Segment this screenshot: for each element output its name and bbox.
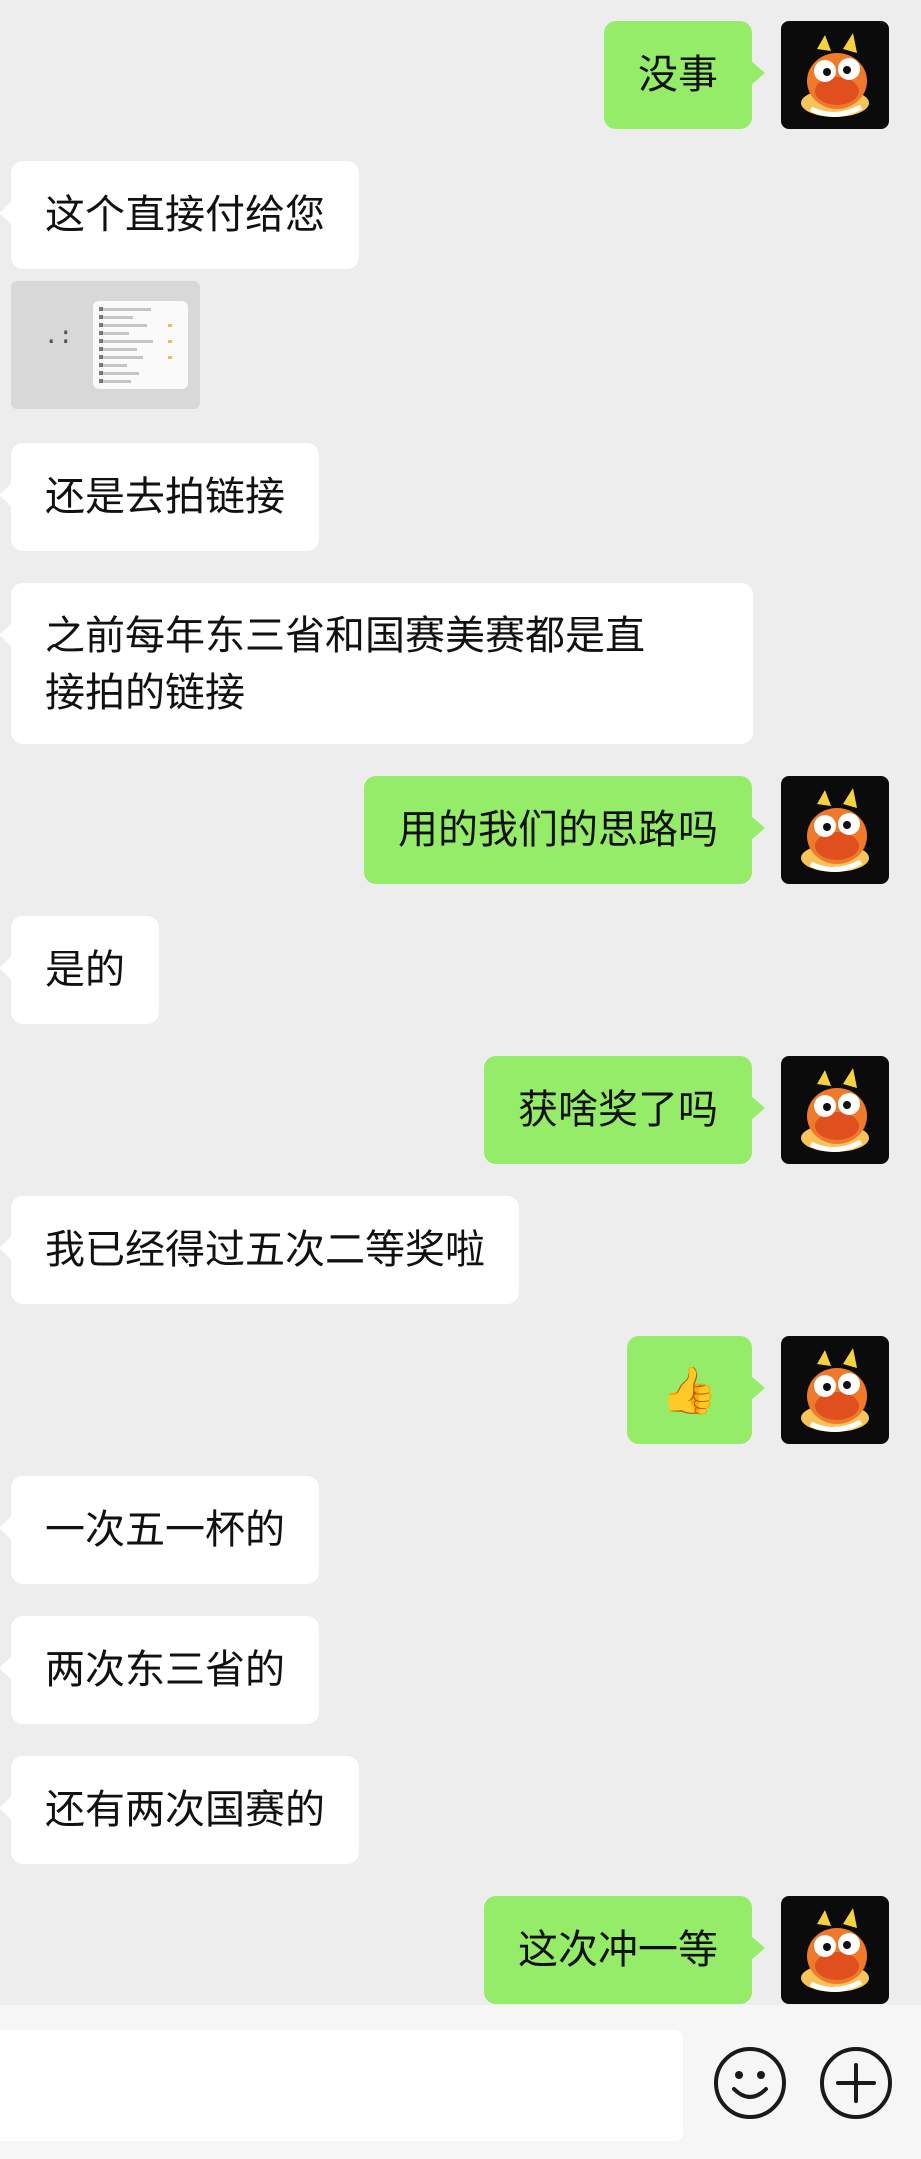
message-bubble-outgoing[interactable]: 这次冲一等	[484, 1896, 765, 2004]
message-bubble-incoming[interactable]: 还有两次国赛的	[0, 1756, 359, 1864]
chat-area: 没事 这个直接付给您 .: 还是去拍链接 之前每年东三省和国赛美赛都是直 接拍的…	[0, 0, 921, 2005]
message-text: 还是去拍链接	[45, 473, 285, 520]
message-text: 之前每年东三省和国赛美赛都是直 接拍的链接	[45, 613, 645, 716]
dragon-avatar-icon	[801, 1908, 869, 1992]
avatar[interactable]	[781, 1336, 889, 1444]
message-bubble-incoming[interactable]: 是的	[0, 916, 159, 1024]
input-bar	[0, 2005, 921, 2159]
plus-icon	[820, 2047, 892, 2119]
emoji-smiley-icon	[714, 2047, 786, 2119]
message-bubble-outgoing[interactable]: 获啥奖了吗	[484, 1056, 765, 1164]
message-text: 是的	[45, 946, 125, 993]
plus-button[interactable]	[818, 2045, 894, 2121]
message-bubble-incoming[interactable]: 之前每年东三省和国赛美赛都是直 接拍的链接	[0, 583, 753, 744]
message-text: 没事	[638, 51, 718, 98]
document-thumbnail-icon	[93, 301, 188, 389]
message-bubble-incoming[interactable]: 两次东三省的	[0, 1616, 319, 1724]
message-input[interactable]	[0, 2030, 683, 2141]
more-dots-icon: .:	[44, 321, 73, 349]
message-bubble-outgoing[interactable]: 👍	[626, 1336, 766, 1444]
message-text: 还有两次国赛的	[45, 1786, 325, 1833]
message-text: 获啥奖了吗	[518, 1086, 718, 1133]
message-text: 用的我们的思路吗	[398, 806, 718, 853]
avatar[interactable]	[781, 776, 889, 884]
dragon-avatar-icon	[801, 788, 869, 872]
avatar[interactable]	[781, 21, 889, 129]
dragon-avatar-icon	[801, 1348, 869, 1432]
message-text: 一次五一杯的	[45, 1506, 285, 1553]
message-bubble-outgoing[interactable]: 没事	[604, 21, 765, 129]
file-attachment-card[interactable]: .:	[11, 281, 200, 409]
message-bubble-incoming[interactable]: 我已经得过五次二等奖啦	[0, 1196, 519, 1304]
thumbs-up-icon: 👍	[660, 1363, 718, 1417]
message-bubble-incoming[interactable]: 还是去拍链接	[0, 443, 319, 551]
avatar[interactable]	[781, 1056, 889, 1164]
dragon-avatar-icon	[801, 1068, 869, 1152]
dragon-avatar-icon	[801, 33, 869, 117]
message-text: 两次东三省的	[45, 1646, 285, 1693]
message-bubble-outgoing[interactable]: 用的我们的思路吗	[364, 776, 765, 884]
message-text: 这次冲一等	[518, 1926, 718, 1973]
message-bubble-incoming[interactable]: 一次五一杯的	[0, 1476, 319, 1584]
message-text: 这个直接付给您	[45, 191, 325, 238]
emoji-button[interactable]	[712, 2045, 788, 2121]
message-bubble-incoming[interactable]: 这个直接付给您	[0, 161, 359, 269]
message-text: 我已经得过五次二等奖啦	[45, 1226, 485, 1273]
avatar[interactable]	[781, 1896, 889, 2004]
